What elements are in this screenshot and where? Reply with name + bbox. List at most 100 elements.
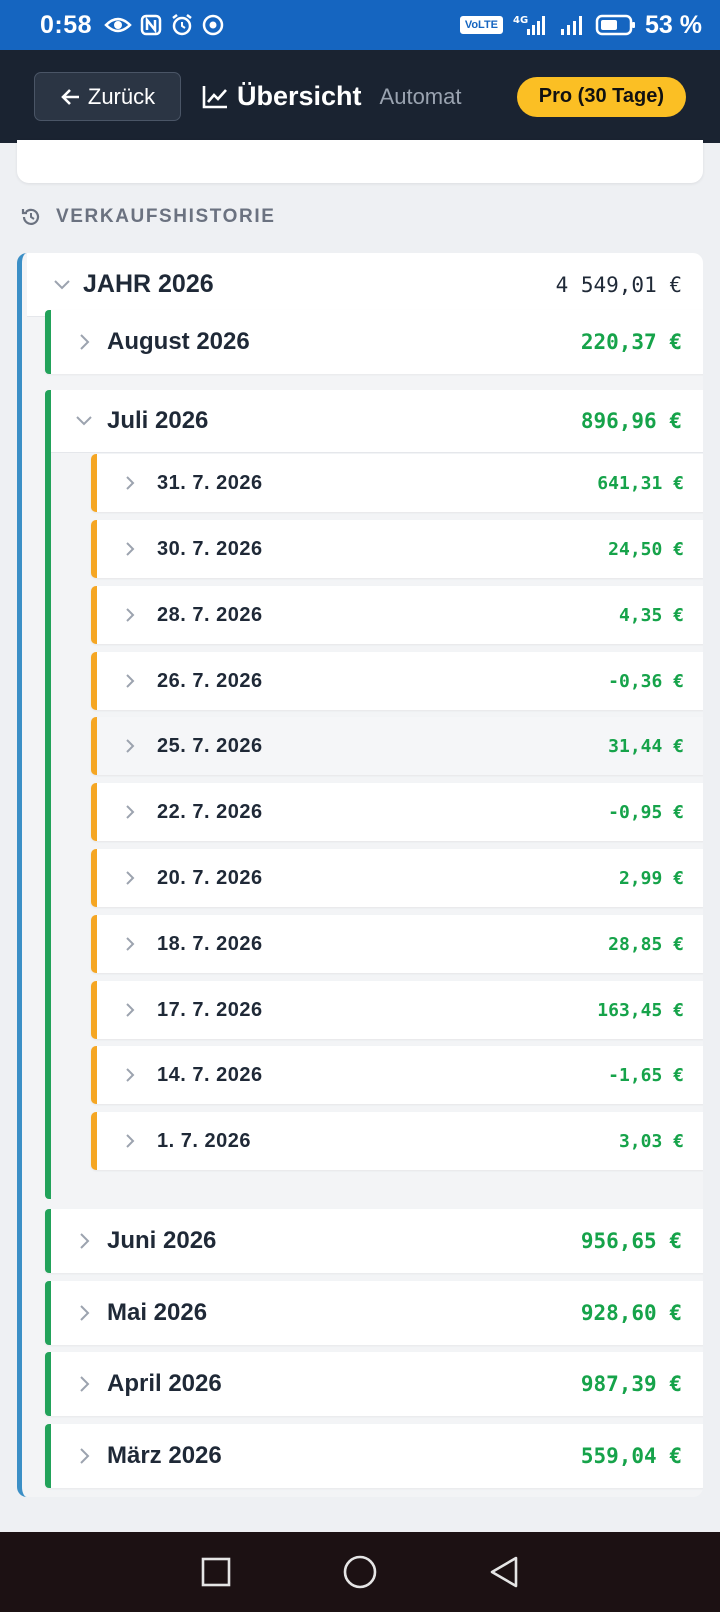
day-row[interactable]: 14. 7. 2026 -1,65 € [91,1046,703,1104]
system-nav-bar [0,1532,720,1612]
month-label: Juli 2026 [107,407,209,434]
section-header: VERKAUFSHISTORIE [20,206,276,228]
day-date: 1. 7. 2026 [157,1129,251,1152]
back-button[interactable]: Zurück [34,72,181,121]
month-label: Juni 2026 [107,1227,217,1254]
day-date: 28. 7. 2026 [157,603,263,626]
day-amount: 163,45 € [597,999,684,1021]
day-amount: 2,99 € [618,867,684,889]
chevron-right-icon [115,671,145,691]
month-row-may[interactable]: Mai 2026 928,60 € [45,1281,703,1345]
day-date: 14. 7. 2026 [157,1063,263,1086]
day-date: 17. 7. 2026 [157,998,263,1021]
chevron-right-icon [115,934,145,954]
day-amount: 28,85 € [608,933,684,955]
month-group-july: Juli 2026 896,96 € 31. 7. 2026 641,31 € … [45,390,703,1199]
month-label: August 2026 [107,328,250,355]
chevron-down-icon [47,278,77,292]
chevron-right-icon [69,332,99,352]
chevron-right-icon [115,1065,145,1085]
month-label: Mai 2026 [107,1299,208,1326]
day-row[interactable]: 1. 7. 2026 3,03 € [91,1112,703,1170]
year-label: JAHR 2026 [83,270,214,298]
day-date: 20. 7. 2026 [157,866,263,889]
summary-card [17,140,703,183]
day-row[interactable]: 25. 7. 2026 31,44 € [91,717,703,775]
signal-icon [559,13,587,37]
month-row-april[interactable]: April 2026 987,39 € [45,1352,703,1416]
month-total: 896,96 € [580,409,682,433]
day-row[interactable]: 26. 7. 2026 -0,36 € [91,652,703,710]
chevron-right-icon [69,1374,99,1394]
status-bar: 0:58 VoLTE 4G 53 % [0,0,720,50]
day-amount: -1,65 € [608,1064,684,1086]
day-date: 26. 7. 2026 [157,669,263,692]
arrow-left-icon [60,86,82,108]
day-row[interactable]: 28. 7. 2026 4,35 € [91,586,703,644]
chevron-right-icon [69,1303,99,1323]
day-amount: -0,95 € [608,801,684,823]
chevron-right-icon [115,802,145,822]
day-row[interactable]: 17. 7. 2026 163,45 € [91,981,703,1039]
month-total: 559,04 € [580,1444,682,1468]
day-amount: 24,50 € [608,538,684,560]
volte-badge: VoLTE [459,16,504,34]
page-subtitle: Automat [379,83,462,109]
history-icon [20,206,42,228]
month-total: 987,39 € [580,1372,682,1396]
day-amount: 31,44 € [608,735,684,757]
day-date: 18. 7. 2026 [157,932,263,955]
day-amount: 4,35 € [618,604,684,626]
day-row[interactable]: 30. 7. 2026 24,50 € [91,520,703,578]
chevron-down-icon [69,414,99,428]
chevron-right-icon [69,1446,99,1466]
chevron-right-icon [115,868,145,888]
day-row[interactable]: 31. 7. 2026 641,31 € [91,454,703,512]
month-row-march[interactable]: März 2026 559,04 € [45,1424,703,1488]
recents-square-icon[interactable] [200,1556,232,1588]
battery-icon [595,13,637,37]
chrome-icon [202,14,224,36]
chevron-right-icon [115,736,145,756]
day-row[interactable]: 18. 7. 2026 28,85 € [91,915,703,973]
chart-line-icon [201,84,229,110]
month-total: 956,65 € [580,1229,682,1253]
nfc-icon [140,14,162,36]
month-row-august[interactable]: August 2026 220,37 € [45,310,703,374]
chevron-right-icon [115,473,145,493]
section-title: VERKAUFSHISTORIE [56,206,276,227]
eye-icon [104,15,132,35]
chevron-right-icon [115,1000,145,1020]
month-label: April 2026 [107,1370,222,1397]
page-title: Übersicht [237,81,362,111]
chevron-right-icon [115,539,145,559]
year-header[interactable]: JAHR 2026 4 549,01 € [27,253,703,317]
svg-text:4G: 4G [513,15,528,26]
signal-4g-icon: 4G [511,13,551,37]
chevron-right-icon [115,1131,145,1151]
status-time: 0:58 [40,10,93,39]
day-date: 25. 7. 2026 [157,734,263,757]
back-button-label: Zurück [87,83,156,109]
day-amount: 3,03 € [618,1130,684,1152]
month-total: 220,37 € [580,330,682,354]
battery-percent: 53 % [645,10,702,39]
day-date: 30. 7. 2026 [157,537,263,560]
app-header: Zurück Übersicht Automat Pro (30 Tage) [0,50,720,143]
year-total: 4 549,01 € [555,272,682,297]
year-group: JAHR 2026 4 549,01 € August 2026 220,37 … [17,253,703,1497]
chevron-right-icon [69,1231,99,1251]
alarm-icon [170,13,194,37]
day-amount: 641,31 € [597,472,684,494]
month-label: März 2026 [107,1442,222,1469]
day-row[interactable]: 22. 7. 2026 -0,95 € [91,783,703,841]
month-row-july[interactable]: Juli 2026 896,96 € [51,390,703,453]
day-row[interactable]: 20. 7. 2026 2,99 € [91,849,703,907]
day-date: 22. 7. 2026 [157,800,263,823]
month-row-june[interactable]: Juni 2026 956,65 € [45,1209,703,1273]
month-total: 928,60 € [580,1301,682,1325]
home-circle-icon[interactable] [342,1554,378,1590]
back-triangle-icon[interactable] [488,1555,520,1589]
day-amount: -0,36 € [608,670,684,692]
pro-badge[interactable]: Pro (30 Tage) [516,76,686,117]
